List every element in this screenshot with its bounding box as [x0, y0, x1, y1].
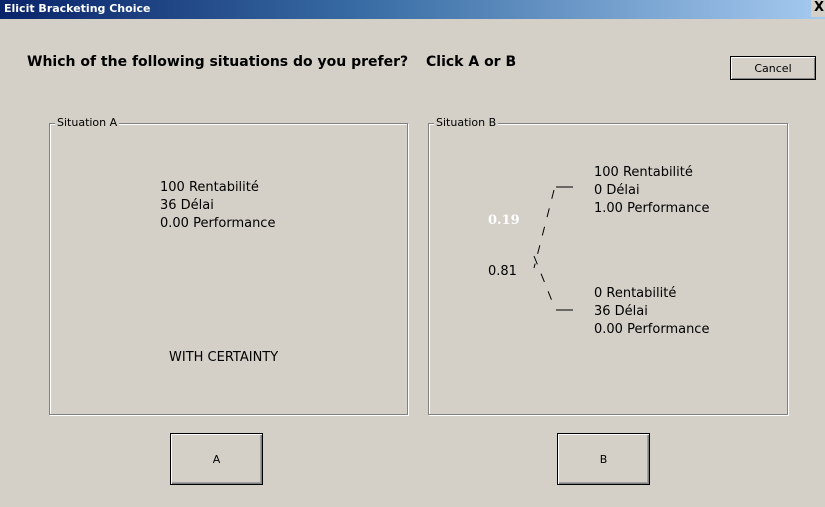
probability-low: 0.81	[488, 264, 517, 279]
lottery-tree-branches	[533, 186, 573, 311]
probability-high: 0.19	[488, 213, 520, 228]
situation-a-line-rentabilite: 100 Rentabilité	[160, 180, 259, 195]
window-title: Elicit Bracketing Choice	[4, 2, 151, 15]
close-button[interactable]: X	[811, 0, 825, 17]
cancel-button[interactable]: Cancel	[730, 56, 816, 80]
situation-a-line-delai: 36 Délai	[160, 198, 214, 213]
outcome-high-line-rentabilite: 100 Rentabilité	[594, 165, 693, 180]
choose-b-button[interactable]: B	[557, 433, 650, 485]
choose-a-button[interactable]: A	[170, 433, 263, 485]
prompt-instruction: Click A or B	[426, 54, 517, 70]
situation-a-label: Situation A	[55, 116, 120, 129]
outcome-low-line-delai: 36 Délai	[594, 304, 648, 319]
lower-branch-line	[533, 255, 555, 307]
upper-branch-line	[533, 189, 555, 269]
title-bar: Elicit Bracketing Choice X	[0, 0, 825, 19]
outcome-high-line-performance: 1.00 Performance	[594, 201, 710, 216]
outcome-low-line-rentabilite: 0 Rentabilité	[594, 286, 677, 301]
situation-a-line-performance: 0.00 Performance	[160, 216, 276, 231]
situation-b-group: Situation B 100 Rentabilité 0 Délai 1.00…	[428, 116, 788, 415]
outcome-low-line-performance: 0.00 Performance	[594, 322, 710, 337]
situation-a-group: Situation A 100 Rentabilité 36 Délai 0.0…	[49, 116, 408, 415]
certainty-label: WITH CERTAINTY	[169, 350, 279, 365]
situation-b-label: Situation B	[434, 116, 499, 129]
outcome-high-line-delai: 0 Délai	[594, 183, 640, 198]
prompt-question: Which of the following situations do you…	[27, 54, 409, 70]
